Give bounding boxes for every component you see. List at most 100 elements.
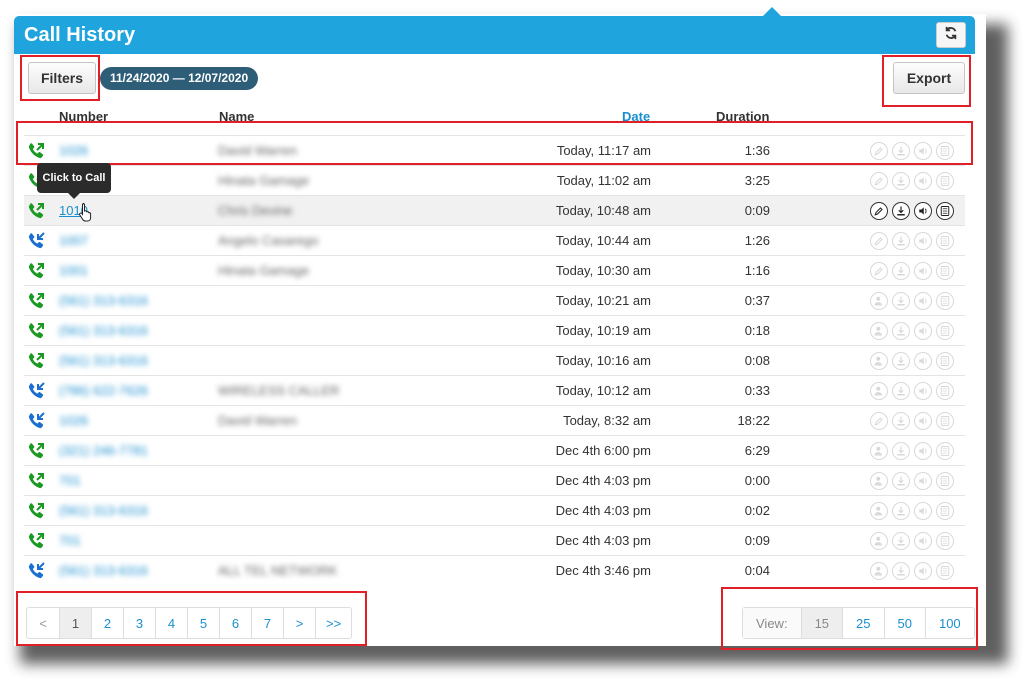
- notes-icon[interactable]: [936, 352, 954, 370]
- call-row[interactable]: (561) 313-6316 Today, 10:21 am 0:37: [24, 285, 965, 315]
- call-number-link[interactable]: 1007: [59, 233, 88, 248]
- inbound-call-icon[interactable]: [27, 322, 45, 340]
- notes-icon[interactable]: [936, 142, 954, 160]
- add-contact-icon[interactable]: [870, 352, 888, 370]
- pagination-next-button[interactable]: >: [283, 608, 315, 638]
- inbound-call-icon[interactable]: [27, 142, 45, 160]
- column-header-date[interactable]: Date: [622, 109, 650, 124]
- filters-button[interactable]: Filters: [28, 62, 96, 94]
- play-recording-icon[interactable]: [914, 472, 932, 490]
- play-recording-icon[interactable]: [914, 532, 932, 550]
- call-number-link[interactable]: (561) 313-6316: [59, 323, 148, 338]
- pagination-page-6[interactable]: 6: [219, 608, 251, 638]
- play-recording-icon[interactable]: [914, 232, 932, 250]
- call-row[interactable]: 701 Dec 4th 4:03 pm 0:00: [24, 465, 965, 495]
- play-recording-icon[interactable]: [914, 202, 932, 220]
- edit-icon[interactable]: [870, 142, 888, 160]
- pagination-page-5[interactable]: 5: [187, 608, 219, 638]
- view-option-15[interactable]: 15: [800, 608, 843, 638]
- notes-icon[interactable]: [936, 412, 954, 430]
- outbound-call-icon[interactable]: [27, 232, 45, 250]
- add-contact-icon[interactable]: [870, 322, 888, 340]
- pagination-page-4[interactable]: 4: [155, 608, 187, 638]
- inbound-call-icon[interactable]: [27, 352, 45, 370]
- download-icon[interactable]: [892, 472, 910, 490]
- view-option-50[interactable]: 50: [883, 608, 925, 638]
- inbound-call-icon[interactable]: [27, 292, 45, 310]
- notes-icon[interactable]: [936, 202, 954, 220]
- notes-icon[interactable]: [936, 262, 954, 280]
- column-header-number[interactable]: Number: [59, 109, 108, 124]
- play-recording-icon[interactable]: [914, 322, 932, 340]
- add-contact-icon[interactable]: [870, 502, 888, 520]
- download-icon[interactable]: [892, 262, 910, 280]
- pagination-page-7[interactable]: 7: [251, 608, 283, 638]
- add-contact-icon[interactable]: [870, 532, 888, 550]
- notes-icon[interactable]: [936, 322, 954, 340]
- download-icon[interactable]: [892, 502, 910, 520]
- date-range-badge[interactable]: 11/24/2020 — 12/07/2020: [100, 67, 259, 90]
- call-row[interactable]: (321) 246-7781 Dec 4th 6:00 pm 6:29: [24, 435, 965, 465]
- pagination-page-1[interactable]: 1: [59, 608, 91, 638]
- call-row[interactable]: (561) 313-6316 ALL TEL NETWORK Dec 4th 3:4…: [24, 555, 965, 585]
- call-number-link[interactable]: 1026: [59, 143, 88, 158]
- notes-icon[interactable]: [936, 172, 954, 190]
- edit-icon[interactable]: [870, 232, 888, 250]
- edit-icon[interactable]: [870, 172, 888, 190]
- notes-icon[interactable]: [936, 382, 954, 400]
- call-number-link[interactable]: (561) 313-6316: [59, 563, 148, 578]
- notes-icon[interactable]: [936, 442, 954, 460]
- play-recording-icon[interactable]: [914, 292, 932, 310]
- call-number-link[interactable]: (561) 313-6316: [59, 353, 148, 368]
- play-recording-icon[interactable]: [914, 142, 932, 160]
- download-icon[interactable]: [892, 292, 910, 310]
- pagination-last-button[interactable]: >>: [315, 608, 351, 638]
- call-number-link[interactable]: (321) 246-7781: [59, 443, 148, 458]
- download-icon[interactable]: [892, 322, 910, 340]
- call-row[interactable]: 701 Dec 4th 4:03 pm 0:09: [24, 525, 965, 555]
- download-icon[interactable]: [892, 352, 910, 370]
- call-number-link[interactable]: (561) 313-6316: [59, 503, 148, 518]
- call-number-link[interactable]: (561) 313-6316: [59, 293, 148, 308]
- download-icon[interactable]: [892, 232, 910, 250]
- edit-icon[interactable]: [870, 202, 888, 220]
- call-row[interactable]: (786) 622-7626 WIRELESS CALLER Today, 10:1…: [24, 375, 965, 405]
- notes-icon[interactable]: [936, 472, 954, 490]
- call-row[interactable]: (561) 313-6316 Today, 10:19 am 0:18: [24, 315, 965, 345]
- download-icon[interactable]: [892, 172, 910, 190]
- call-row[interactable]: (561) 313-6316 Today, 10:16 am 0:08: [24, 345, 965, 375]
- call-number-link[interactable]: 701: [59, 533, 81, 548]
- play-recording-icon[interactable]: [914, 262, 932, 280]
- add-contact-icon[interactable]: [870, 382, 888, 400]
- play-recording-icon[interactable]: [914, 412, 932, 430]
- edit-icon[interactable]: [870, 262, 888, 280]
- call-number-link[interactable]: 701: [59, 473, 81, 488]
- refresh-button[interactable]: [936, 22, 966, 48]
- inbound-call-icon[interactable]: [27, 442, 45, 460]
- edit-icon[interactable]: [870, 412, 888, 430]
- notes-icon[interactable]: [936, 502, 954, 520]
- download-icon[interactable]: [892, 382, 910, 400]
- download-icon[interactable]: [892, 562, 910, 580]
- notes-icon[interactable]: [936, 532, 954, 550]
- add-contact-icon[interactable]: [870, 562, 888, 580]
- inbound-call-icon[interactable]: [27, 472, 45, 490]
- call-number-link[interactable]: 1001: [59, 263, 88, 278]
- export-button[interactable]: Export: [893, 62, 965, 94]
- add-contact-icon[interactable]: [870, 292, 888, 310]
- play-recording-icon[interactable]: [914, 172, 932, 190]
- call-row[interactable]: 1007 Angelo Casarego Today, 10:44 am 1:26: [24, 225, 965, 255]
- add-contact-icon[interactable]: [870, 442, 888, 460]
- view-option-100[interactable]: 100: [924, 608, 974, 638]
- pagination-page-2[interactable]: 2: [91, 608, 123, 638]
- call-row[interactable]: 1026 David Warren Today, 8:32 am 18:22: [24, 405, 965, 435]
- add-contact-icon[interactable]: [870, 472, 888, 490]
- pagination-page-3[interactable]: 3: [123, 608, 155, 638]
- play-recording-icon[interactable]: [914, 502, 932, 520]
- column-header-name[interactable]: Name: [219, 109, 254, 124]
- inbound-call-icon[interactable]: [27, 502, 45, 520]
- notes-icon[interactable]: [936, 562, 954, 580]
- view-option-25[interactable]: 25: [842, 608, 883, 638]
- call-row[interactable]: 1026 David Warren Today, 11:17 am 1:36: [24, 135, 965, 165]
- download-icon[interactable]: [892, 442, 910, 460]
